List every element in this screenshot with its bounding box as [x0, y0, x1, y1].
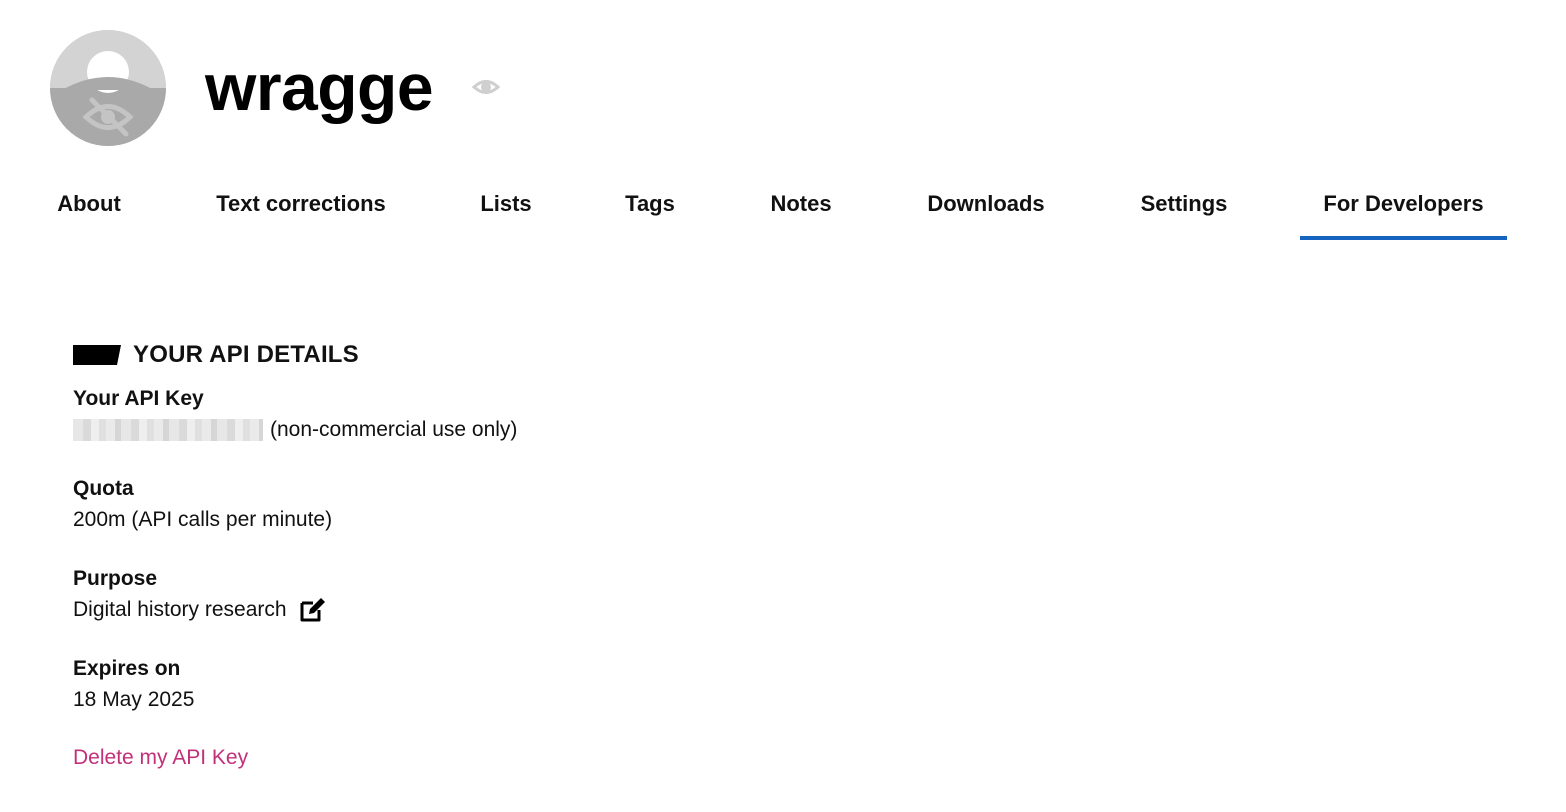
tab-lists[interactable]: Lists [472, 186, 540, 236]
edit-icon[interactable] [299, 597, 327, 623]
expires-label: Expires on [73, 657, 181, 680]
section-title: YOUR API DETAILS [133, 341, 359, 368]
delete-api-key-link[interactable]: Delete my API Key [73, 746, 248, 769]
tab-text-corrections[interactable]: Text corrections [206, 186, 396, 236]
quota-label: Quota [73, 477, 134, 500]
heading-bar-icon [73, 345, 121, 365]
purpose-value-row: Digital history research [73, 594, 973, 626]
expires-value: 18 May 2025 [73, 688, 195, 711]
purpose-value: Digital history research [73, 598, 287, 621]
api-key-label: Your API Key [73, 387, 204, 410]
purpose-label: Purpose [73, 567, 158, 590]
hidden-user-avatar-icon [50, 30, 166, 146]
tab-notes[interactable]: Notes [758, 186, 844, 236]
api-key-note: (non-commercial use only) [270, 418, 518, 441]
eye-icon[interactable] [472, 76, 500, 98]
tab-for-developers[interactable]: For Developers [1300, 186, 1507, 240]
profile-tabs: About Text corrections Lists Tags Notes … [0, 186, 1566, 240]
section-heading: YOUR API DETAILS [73, 338, 973, 372]
api-key-value: (non-commercial use only) [73, 414, 973, 446]
profile-page: wragge About Text corrections Lists Tags… [0, 0, 1566, 812]
tab-settings[interactable]: Settings [1130, 186, 1238, 236]
quota-value: 200m (API calls per minute) [73, 508, 333, 531]
api-details-section: YOUR API DETAILS Your API Key (non-comme… [73, 338, 973, 774]
username: wragge [205, 50, 434, 124]
avatar [50, 30, 166, 146]
tab-about[interactable]: About [46, 186, 132, 236]
tab-downloads[interactable]: Downloads [916, 186, 1056, 236]
api-key-redacted [73, 419, 263, 441]
tab-tags[interactable]: Tags [616, 186, 684, 236]
